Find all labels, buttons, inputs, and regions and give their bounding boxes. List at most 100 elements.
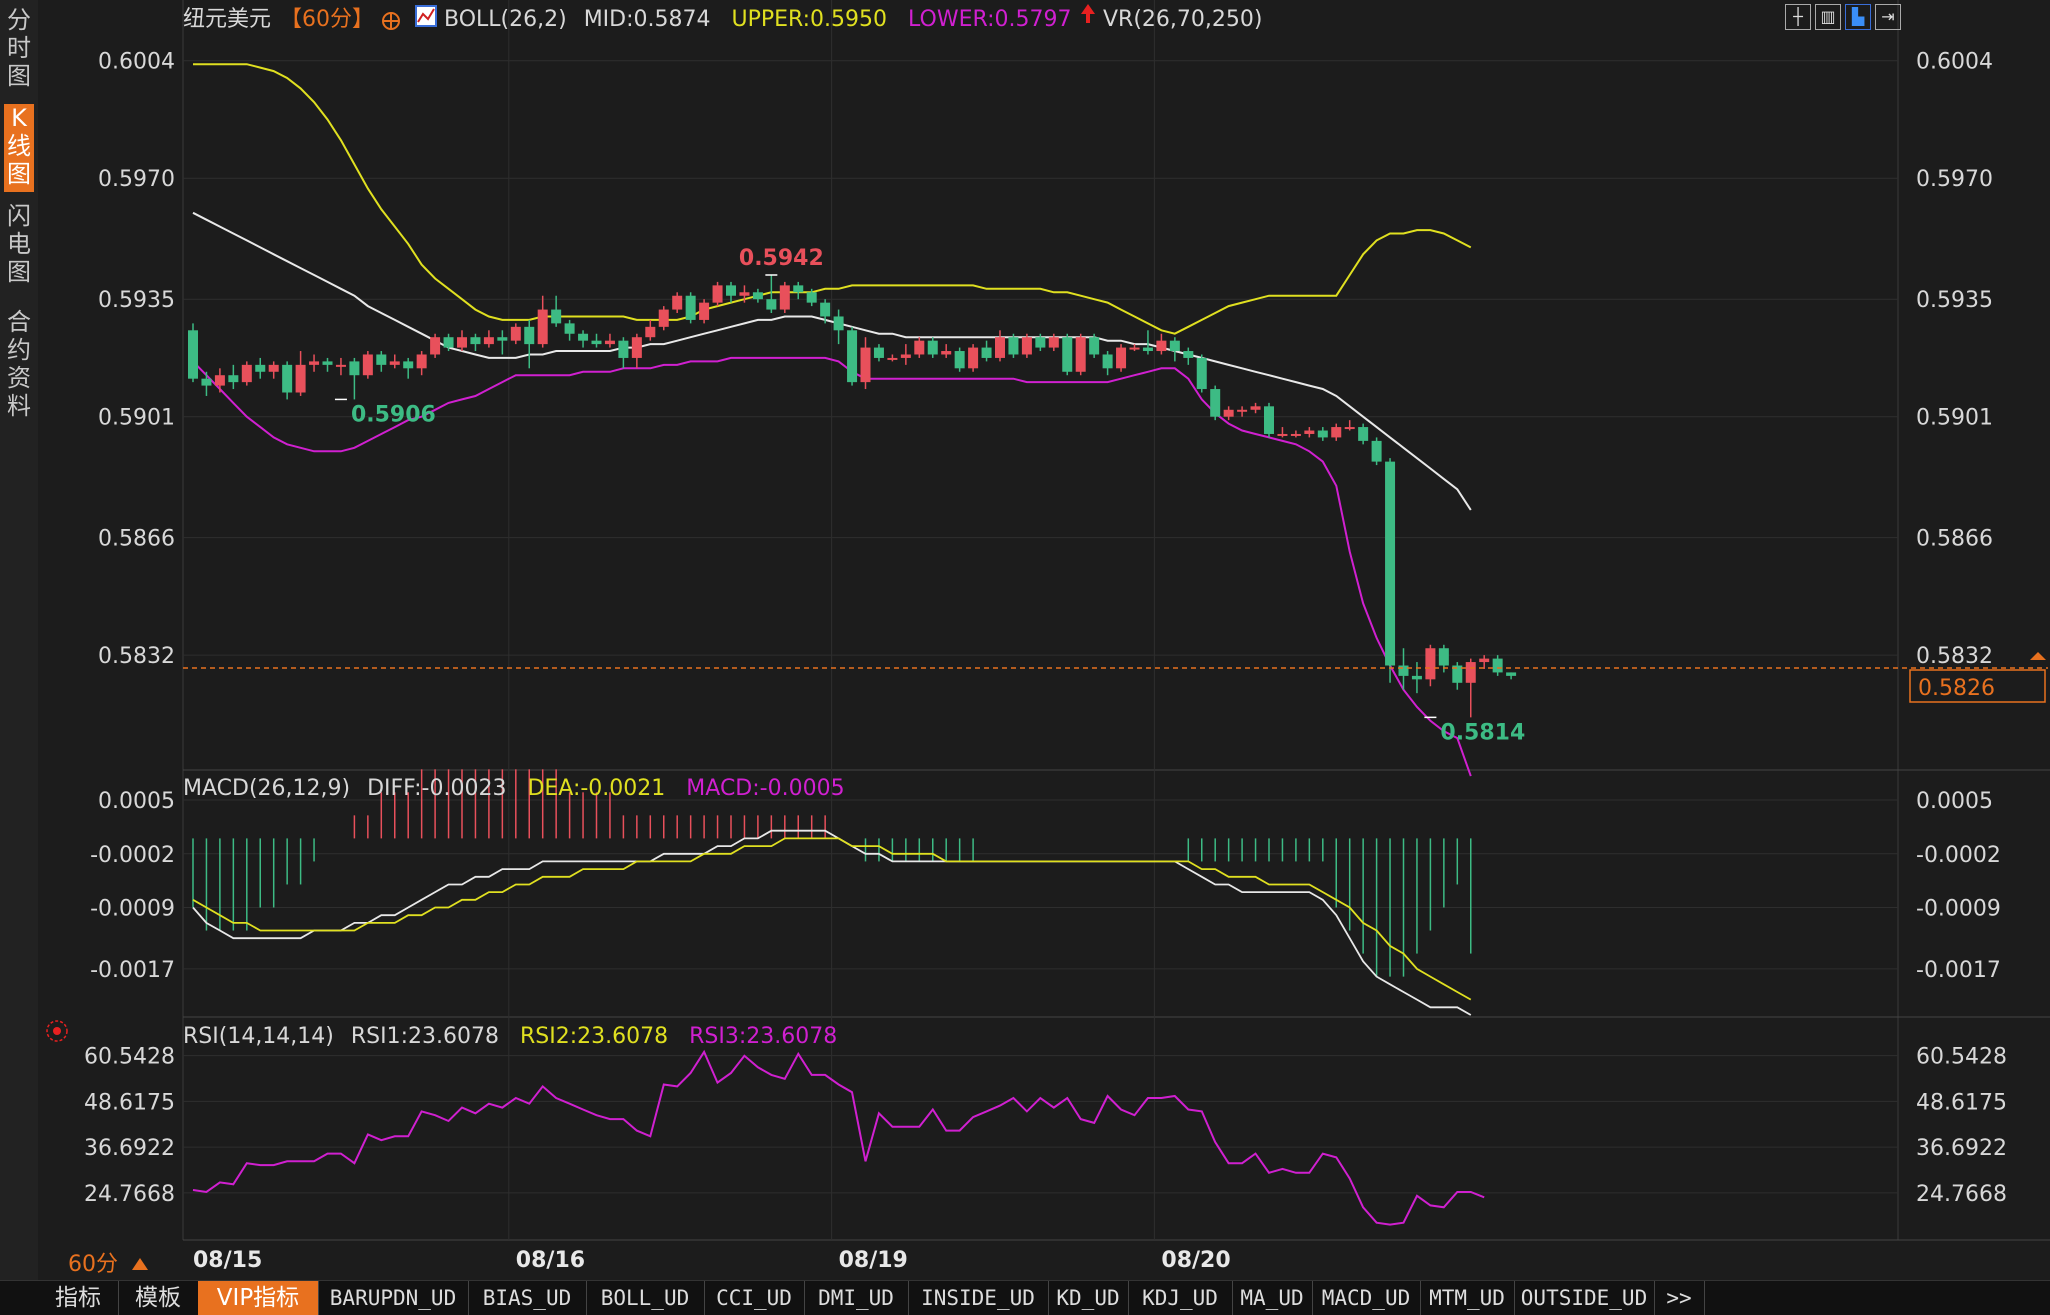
candle-body	[524, 326, 535, 345]
line-chart-icon[interactable]: ▙	[1845, 4, 1871, 30]
bar-chart-icon[interactable]: ▥	[1815, 4, 1841, 30]
candle-body	[268, 364, 279, 372]
x-tick-label: 08/16	[516, 1248, 585, 1273]
boll-upper: UPPER:0.5950	[732, 7, 888, 32]
indicator-tab[interactable]: OUTSIDE_UD	[1514, 1281, 1655, 1315]
candle-body	[1331, 427, 1342, 438]
candle-body	[591, 340, 602, 345]
y-tick-left: 60.5428	[84, 1045, 175, 1070]
candle-body	[1438, 648, 1449, 666]
y-tick-right: 48.6175	[1916, 1090, 2007, 1115]
indicator-tab[interactable]: KD_UD	[1048, 1281, 1129, 1315]
y-tick-left: -0.0017	[90, 958, 175, 983]
indicator-tab[interactable]: MTM_UD	[1420, 1281, 1515, 1315]
candle-body	[631, 337, 642, 358]
y-tick-right: 0.5935	[1916, 288, 1993, 313]
indicator-tab[interactable]: INSIDE_UD	[908, 1281, 1049, 1315]
y-tick-right: 24.7668	[1916, 1182, 2007, 1207]
period-badge: 【60分】	[280, 7, 374, 32]
candle-body	[645, 326, 656, 338]
y-tick-left: 0.0005	[98, 789, 175, 814]
indicator-tab[interactable]: BIAS_UD	[468, 1281, 587, 1315]
indicator-tab[interactable]: MA_UD	[1232, 1281, 1313, 1315]
candle-body	[188, 330, 198, 379]
candle-body	[1156, 340, 1167, 352]
candle-body	[1492, 658, 1503, 673]
candle-body	[1425, 648, 1436, 680]
y-tick-left: 0.6004	[98, 50, 175, 75]
macd-name: MACD(26,12,9)	[183, 776, 350, 801]
indicator-tab[interactable]: MACD_UD	[1312, 1281, 1421, 1315]
candle-body	[443, 337, 454, 348]
candle-body	[1021, 337, 1032, 355]
x-tick-label: 08/19	[839, 1248, 908, 1273]
candle-body	[1411, 675, 1422, 680]
candle-body	[685, 295, 696, 320]
add-indicator-icon[interactable]	[382, 12, 400, 30]
candle-body	[820, 302, 831, 317]
indicator-tab[interactable]: 模板	[118, 1281, 199, 1315]
indicator-tab[interactable]: KDJ_UD	[1128, 1281, 1233, 1315]
svg-text:BOLL(26,2) MID:0.5874: BOLL(26,2) MID:0.5874 UPPER:0.5950 LOWER…	[444, 7, 1072, 32]
indicator-tab[interactable]: VIP指标	[198, 1281, 319, 1315]
candle-body	[900, 354, 911, 358]
candle-body	[537, 309, 548, 345]
macd-dea: DEA:-0.0021	[527, 776, 665, 801]
crosshair-icon[interactable]: ┼	[1785, 4, 1811, 30]
rsi-name: RSI(14,14,14)	[183, 1024, 334, 1049]
candle-body	[335, 364, 346, 367]
candle-body	[968, 347, 979, 369]
candle-body	[954, 351, 965, 369]
candle-body	[1317, 430, 1328, 438]
candle-body	[1237, 409, 1248, 412]
candle-body	[1102, 354, 1113, 369]
indicator-tab[interactable]: BARUPDN_UD	[318, 1281, 469, 1315]
y-tick-right: 0.5970	[1916, 167, 1993, 192]
indicator-tab[interactable]: >>	[1654, 1281, 1705, 1315]
period-label[interactable]: 60分	[68, 1252, 118, 1277]
x-tick-label: 08/15	[193, 1248, 262, 1273]
candle-body	[806, 292, 817, 303]
y-tick-right: 0.5901	[1916, 406, 1993, 431]
chart-area[interactable]: 0.6004 0.6004 0.5970 0.5970 0.5935 0.5935 0.59…	[0, 0, 2050, 1280]
indicator-tab[interactable]: 指标	[38, 1281, 119, 1315]
candle-body	[483, 337, 494, 345]
candle-body	[322, 361, 333, 365]
candle-body	[779, 285, 790, 310]
candle-body	[403, 361, 414, 369]
indicator-tab[interactable]: CCI_UD	[704, 1281, 805, 1315]
vr-label[interactable]: VR(26,70,250)	[1103, 7, 1262, 32]
expand-icon[interactable]: ⇥	[1875, 4, 1901, 30]
boll-mid: MID:0.5874	[584, 7, 711, 32]
candle-body	[712, 285, 723, 303]
candle-body	[362, 354, 373, 376]
indicator-tab[interactable]: DMI_UD	[804, 1281, 909, 1315]
boll-lower: LOWER:0.5797	[908, 7, 1071, 32]
candle-body	[389, 361, 400, 365]
extreme-label: 0.5906	[351, 402, 436, 427]
candle-body	[793, 285, 804, 293]
candle-body	[618, 340, 629, 358]
rsi-2: RSI2:23.6078	[520, 1024, 668, 1049]
candle-body	[658, 309, 669, 327]
indicator-chart-icon[interactable]	[415, 5, 437, 27]
candle-body	[873, 347, 884, 358]
candle-body	[914, 340, 925, 355]
x-tick-label: 08/20	[1161, 1248, 1230, 1273]
indicator-tab[interactable]: BOLL_UD	[586, 1281, 705, 1315]
y-tick-left: 24.7668	[84, 1182, 175, 1207]
candle-body	[470, 337, 481, 345]
candle-body	[604, 340, 615, 345]
candle-body	[416, 354, 427, 369]
candle-body	[551, 309, 562, 324]
candle-body	[927, 340, 938, 355]
candle-body	[349, 361, 360, 376]
candle-body	[941, 351, 952, 355]
candle-body	[981, 347, 992, 358]
y-tick-left: 0.5901	[98, 406, 175, 431]
candle-body	[1142, 347, 1153, 352]
candle-body	[1008, 337, 1019, 355]
macd-value: MACD:-0.0005	[686, 776, 844, 801]
extreme-label: 0.5942	[739, 246, 824, 271]
candle-body	[1506, 672, 1517, 676]
